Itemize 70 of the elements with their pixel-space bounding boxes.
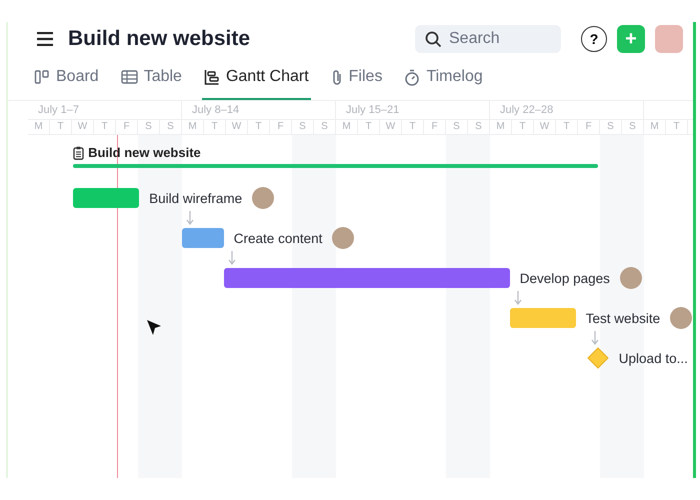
task-bar[interactable] [182,228,224,248]
day-label: S [292,120,314,134]
task-bar[interactable] [224,268,510,288]
day-label: S [446,120,468,134]
page-title: Build new website [68,27,250,51]
task-name: Test website [584,310,662,326]
week-label: July 1–7 [28,101,182,119]
day-label: M [182,120,204,134]
day-label: T [248,120,270,134]
week-label: July 15–21 [336,101,490,119]
help-button[interactable]: ? [581,26,607,52]
day-label: S [138,120,160,134]
day-label: M [644,120,666,134]
day-label: F [578,120,600,134]
task-name: Upload to... [618,350,689,366]
day-label: T [94,120,116,134]
day-label: M [336,120,358,134]
day-label: T [556,120,578,134]
tab[interactable]: Board [32,64,101,100]
assignee-avatar [332,227,354,249]
day-label: S [468,120,490,134]
day-label: S [314,120,336,134]
tab[interactable]: Gantt Chart [202,64,311,100]
task-name: Develop pages [518,270,611,286]
task-name: Build wireframe [148,190,244,206]
dependency-arrow [228,251,236,265]
tab[interactable]: Files [328,64,384,100]
project-title: Build new website [73,145,598,160]
task-bar[interactable] [73,188,140,208]
day-label: S [160,120,182,134]
day-label: S [622,120,644,134]
milestone-diamond[interactable] [586,347,609,369]
dependency-arrow [514,291,522,305]
day-label: T [204,120,226,134]
menu-icon[interactable] [36,32,54,46]
dependency-arrow [590,331,599,345]
clipboard-icon [73,146,84,160]
search-field[interactable]: Search [415,25,561,53]
day-label: W [534,120,556,134]
day-label: F [270,120,292,134]
day-label: T [666,120,688,134]
week-label: July 22–28 [490,101,644,119]
assignee-avatar [252,187,274,209]
task-bar[interactable] [510,308,576,328]
paperclip-icon [330,68,343,86]
day-label: T [402,120,424,134]
day-label: W [72,120,94,134]
table-icon [120,70,138,84]
board-icon [34,69,50,85]
gantt-icon [204,69,220,85]
day-label: T [512,120,534,134]
project-timeline-bar[interactable] [73,164,598,168]
stopwatch-icon [404,68,420,86]
day-label: W [380,120,402,134]
day-label: T [358,120,380,134]
day-label: M [490,120,512,134]
day-label: S [600,120,622,134]
assignee-avatar [670,307,692,329]
day-label: W [226,120,248,134]
day-label: M [28,120,50,134]
day-label: F [424,120,446,134]
dependency-arrow [186,211,194,225]
day-label: T [50,120,72,134]
tab[interactable]: Timelog [402,64,485,100]
cursor-icon [146,319,162,337]
user-avatar[interactable] [655,25,683,53]
day-label: F [116,120,138,134]
week-label: July 8–14 [182,101,336,119]
task-name: Create content [232,230,324,246]
tab[interactable]: Table [118,64,184,100]
